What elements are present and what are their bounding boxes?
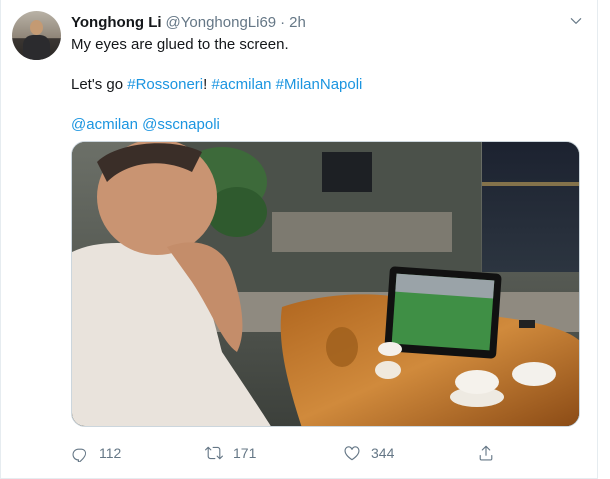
tea-bowl xyxy=(512,362,556,386)
tea-cup-2 xyxy=(375,361,401,379)
tweet-card[interactable]: Yonghong Li @YonghongLi69 · 2h My eyes a… xyxy=(0,0,598,479)
like-button[interactable]: 344 xyxy=(343,442,394,464)
tea-cup-1 xyxy=(378,342,402,356)
hashtag-acmilan[interactable]: #acmilan xyxy=(211,76,271,93)
tweet-photo[interactable] xyxy=(71,141,580,427)
display-name[interactable]: Yonghong Li xyxy=(71,14,162,31)
night-window xyxy=(482,142,579,272)
like-count: 344 xyxy=(371,445,395,461)
avatar-body xyxy=(23,35,50,60)
avatar-head xyxy=(30,20,43,35)
chevron-down-icon[interactable] xyxy=(569,14,583,28)
heart-icon xyxy=(344,446,360,461)
reply-icon xyxy=(72,448,87,462)
retweet-icon xyxy=(205,446,223,460)
tweet-text: My eyes are glued to the screen. Let's g… xyxy=(71,35,581,155)
tweet-line-2-prefix: Let's go xyxy=(71,76,128,93)
reflected-counter xyxy=(272,212,452,252)
tweet-line-2: Let's go #Rossoneri! #acmilan #MilanNapo… xyxy=(71,75,581,95)
tweet-line-1-text: My eyes are glued to the screen. xyxy=(71,36,289,53)
share-button[interactable] xyxy=(477,442,495,464)
share-icon xyxy=(479,445,493,461)
reply-count: 112 xyxy=(99,445,122,461)
tweet-header: Yonghong Li @YonghongLi69 · 2h xyxy=(71,12,577,32)
power-adapter xyxy=(519,320,535,328)
retweet-count: 171 xyxy=(233,445,257,461)
hashtag-milannapoli[interactable]: #MilanNapoli xyxy=(276,76,363,93)
gaiwan xyxy=(455,370,499,394)
tweet-line-1: My eyes are glued to the screen. xyxy=(71,35,581,55)
mention-sscnapoli[interactable]: @sscnapoli xyxy=(142,116,220,133)
retweet-button[interactable]: 171 xyxy=(205,442,256,464)
reflected-tv xyxy=(322,152,372,192)
timestamp[interactable]: 2h xyxy=(289,14,306,31)
tweet-line-3: @acmilan @sscnapoli xyxy=(71,115,581,135)
separator-dot: · xyxy=(280,13,286,31)
glass-pitcher xyxy=(326,327,358,367)
tweet-actions: 112 171 344 xyxy=(71,442,501,464)
user-handle[interactable]: @YonghongLi69 xyxy=(166,14,277,31)
reply-button[interactable]: 112 xyxy=(71,442,121,464)
city-lights xyxy=(482,182,579,186)
mention-acmilan[interactable]: @acmilan xyxy=(71,116,138,133)
photo-scene xyxy=(72,142,579,426)
avatar[interactable] xyxy=(12,11,61,60)
hashtag-rossoneri[interactable]: #Rossoneri xyxy=(127,76,203,93)
